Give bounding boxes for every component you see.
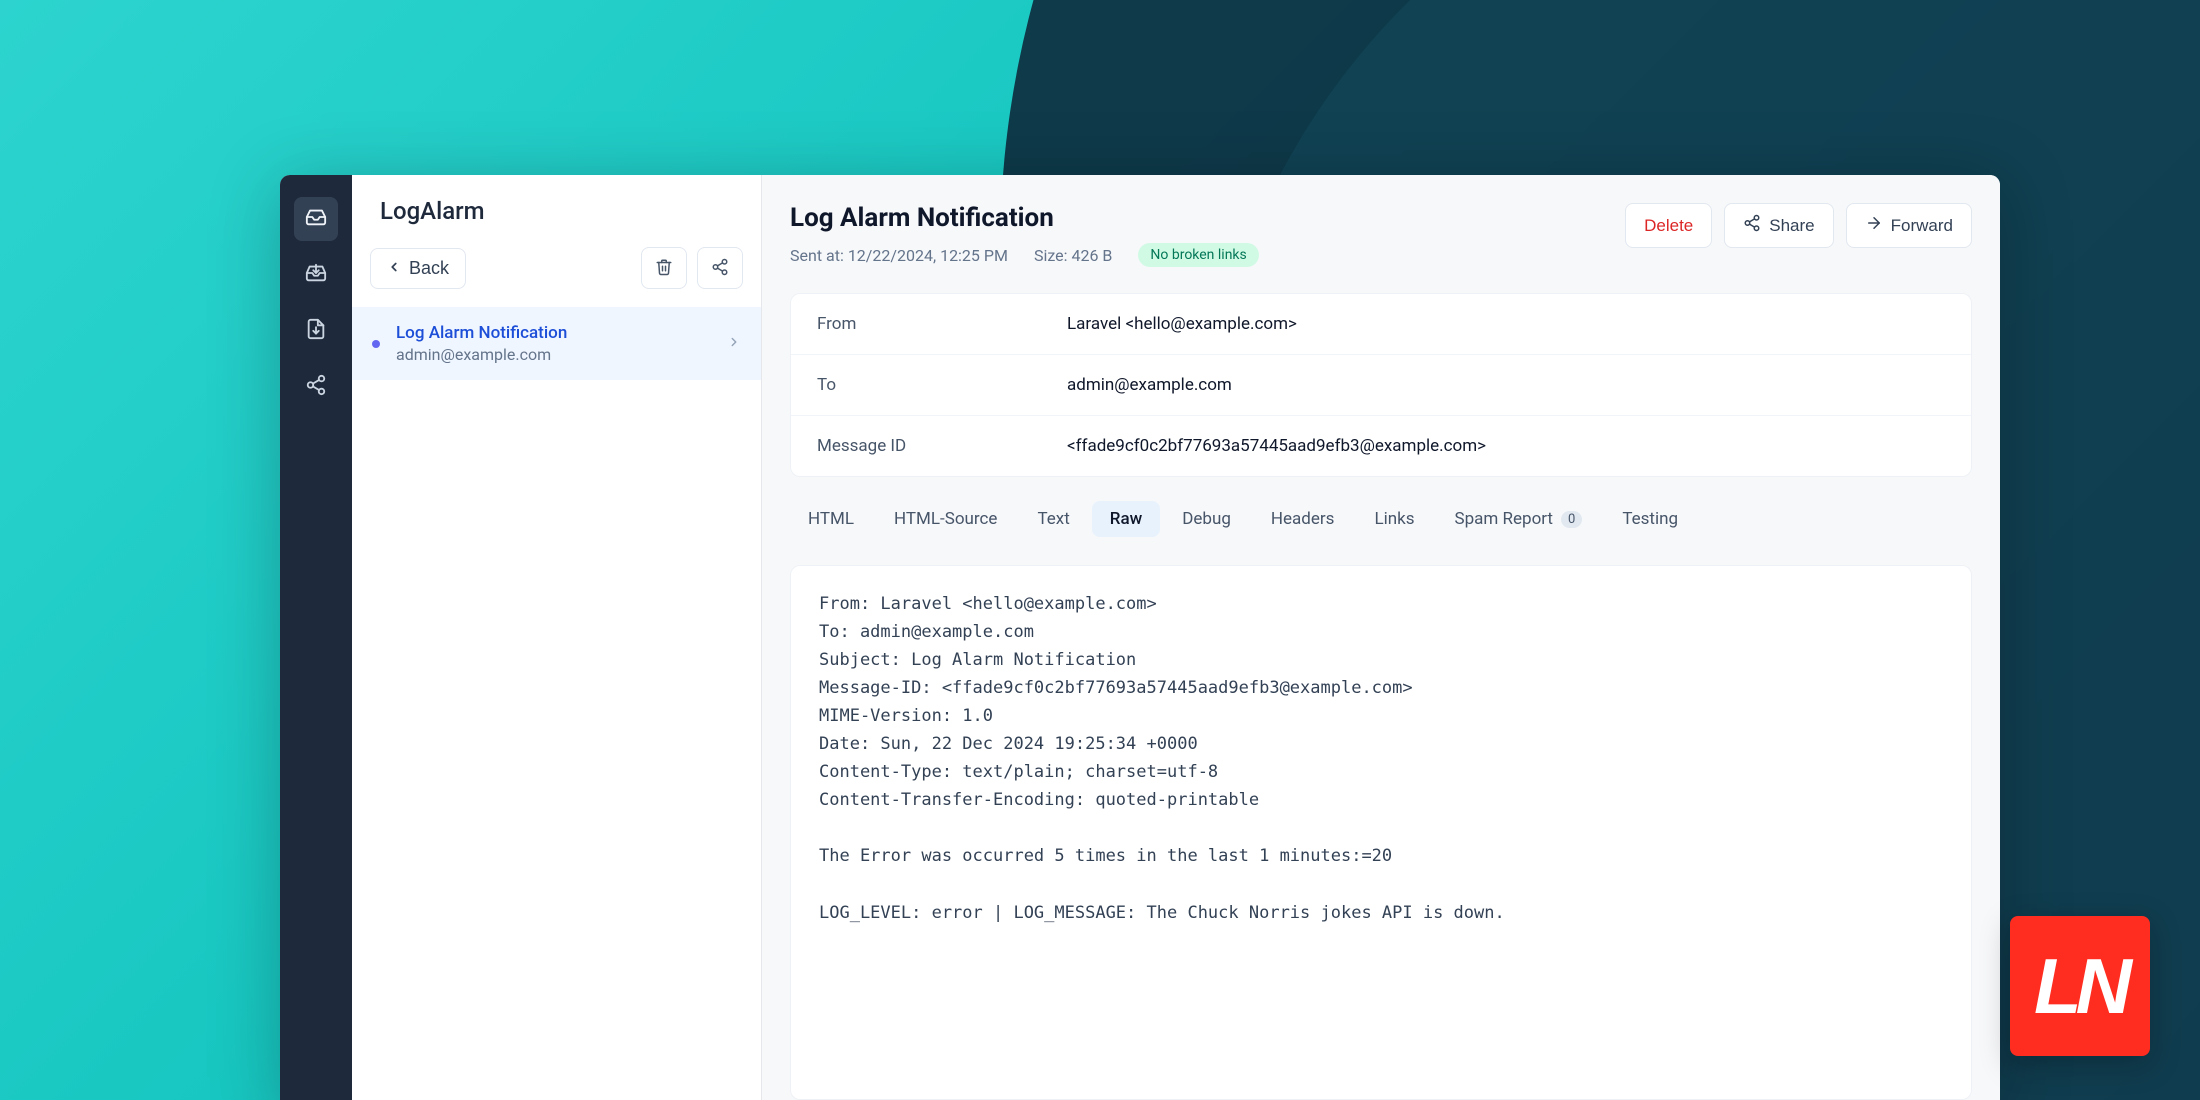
header-actions: Delete Share Forward	[1625, 203, 1972, 248]
app-window: LogAlarm Back	[280, 175, 2000, 1100]
meta-to-label: To	[817, 375, 1067, 395]
main-header: Log Alarm Notification Sent at: 12/22/20…	[790, 203, 1972, 267]
list-toolbar: Back	[352, 233, 761, 307]
inbox-title: LogAlarm	[352, 175, 761, 233]
page-title: Log Alarm Notification	[790, 203, 1259, 233]
meta-from-label: From	[817, 314, 1067, 334]
message-list-panel: LogAlarm Back	[352, 175, 762, 1100]
rail-archive[interactable]	[294, 253, 338, 297]
brand-logo-text: LN	[2034, 941, 2126, 1032]
content-tabs: HTML HTML-Source Text Raw Debug Headers …	[790, 501, 1972, 537]
tab-html-source[interactable]: HTML-Source	[876, 501, 1015, 537]
spam-count-badge: 0	[1561, 511, 1582, 528]
nav-rail	[280, 175, 352, 1100]
archive-tray-icon	[305, 262, 327, 288]
file-download-icon	[305, 318, 327, 344]
back-button[interactable]: Back	[370, 248, 466, 289]
tab-text[interactable]: Text	[1019, 501, 1087, 537]
meta-row-from: From Laravel <hello@example.com>	[791, 294, 1971, 355]
message-list-item[interactable]: Log Alarm Notification admin@example.com	[352, 307, 761, 380]
tab-spam-report[interactable]: Spam Report 0	[1437, 501, 1601, 537]
links-status-badge: No broken links	[1138, 243, 1258, 267]
meta-msgid-label: Message ID	[817, 436, 1067, 456]
share-icon	[305, 374, 327, 400]
back-label: Back	[409, 258, 449, 279]
tab-debug[interactable]: Debug	[1164, 501, 1249, 537]
rail-inbox[interactable]	[294, 197, 338, 241]
tab-links[interactable]: Links	[1356, 501, 1432, 537]
forward-button[interactable]: Forward	[1846, 203, 1972, 248]
forward-label: Forward	[1891, 216, 1953, 236]
meta-row-msgid: Message ID <ffade9cf0c2bf77693a57445aad9…	[791, 416, 1971, 476]
chevron-right-icon	[727, 334, 741, 353]
share-label: Share	[1769, 216, 1814, 236]
chevron-left-icon	[387, 258, 401, 279]
tab-headers[interactable]: Headers	[1253, 501, 1353, 537]
trash-icon	[655, 258, 673, 279]
size: Size: 426 B	[1034, 246, 1112, 265]
inbox-tray-icon	[305, 206, 327, 232]
share-icon-button[interactable]	[697, 247, 743, 289]
meta-to-value: admin@example.com	[1067, 375, 1232, 395]
message-recipient: admin@example.com	[396, 345, 727, 364]
delete-button[interactable]: Delete	[1625, 203, 1712, 248]
share-icon	[711, 258, 729, 279]
tab-html[interactable]: HTML	[790, 501, 872, 537]
meta-from-value: Laravel <hello@example.com>	[1067, 314, 1297, 334]
size-value: 426 B	[1071, 246, 1112, 265]
sent-at: Sent at: 12/22/2024, 12:25 PM	[790, 246, 1008, 265]
sent-at-label: Sent at:	[790, 246, 844, 265]
tab-raw[interactable]: Raw	[1092, 501, 1160, 537]
raw-content: From: Laravel <hello@example.com> To: ad…	[790, 565, 1972, 1100]
rail-download-file[interactable]	[294, 309, 338, 353]
delete-label: Delete	[1644, 216, 1693, 236]
meta-row-to: To admin@example.com	[791, 355, 1971, 416]
sent-at-value: 12/22/2024, 12:25 PM	[848, 246, 1008, 265]
arrow-right-icon	[1865, 214, 1883, 237]
message-title: Log Alarm Notification	[396, 323, 727, 343]
size-label: Size:	[1034, 246, 1068, 265]
delete-icon-button[interactable]	[641, 247, 687, 289]
main-panel: Log Alarm Notification Sent at: 12/22/20…	[762, 175, 2000, 1100]
meta-card: From Laravel <hello@example.com> To admi…	[790, 293, 1972, 477]
brand-logo: LN	[2010, 916, 2150, 1056]
tab-testing[interactable]: Testing	[1604, 501, 1696, 537]
share-button[interactable]: Share	[1724, 203, 1833, 248]
unread-indicator	[372, 340, 380, 348]
rail-share[interactable]	[294, 365, 338, 409]
share-icon	[1743, 214, 1761, 237]
tab-spam-label: Spam Report	[1455, 509, 1553, 529]
page-subheader: Sent at: 12/22/2024, 12:25 PM Size: 426 …	[790, 243, 1259, 267]
meta-msgid-value: <ffade9cf0c2bf77693a57445aad9efb3@exampl…	[1067, 436, 1486, 456]
